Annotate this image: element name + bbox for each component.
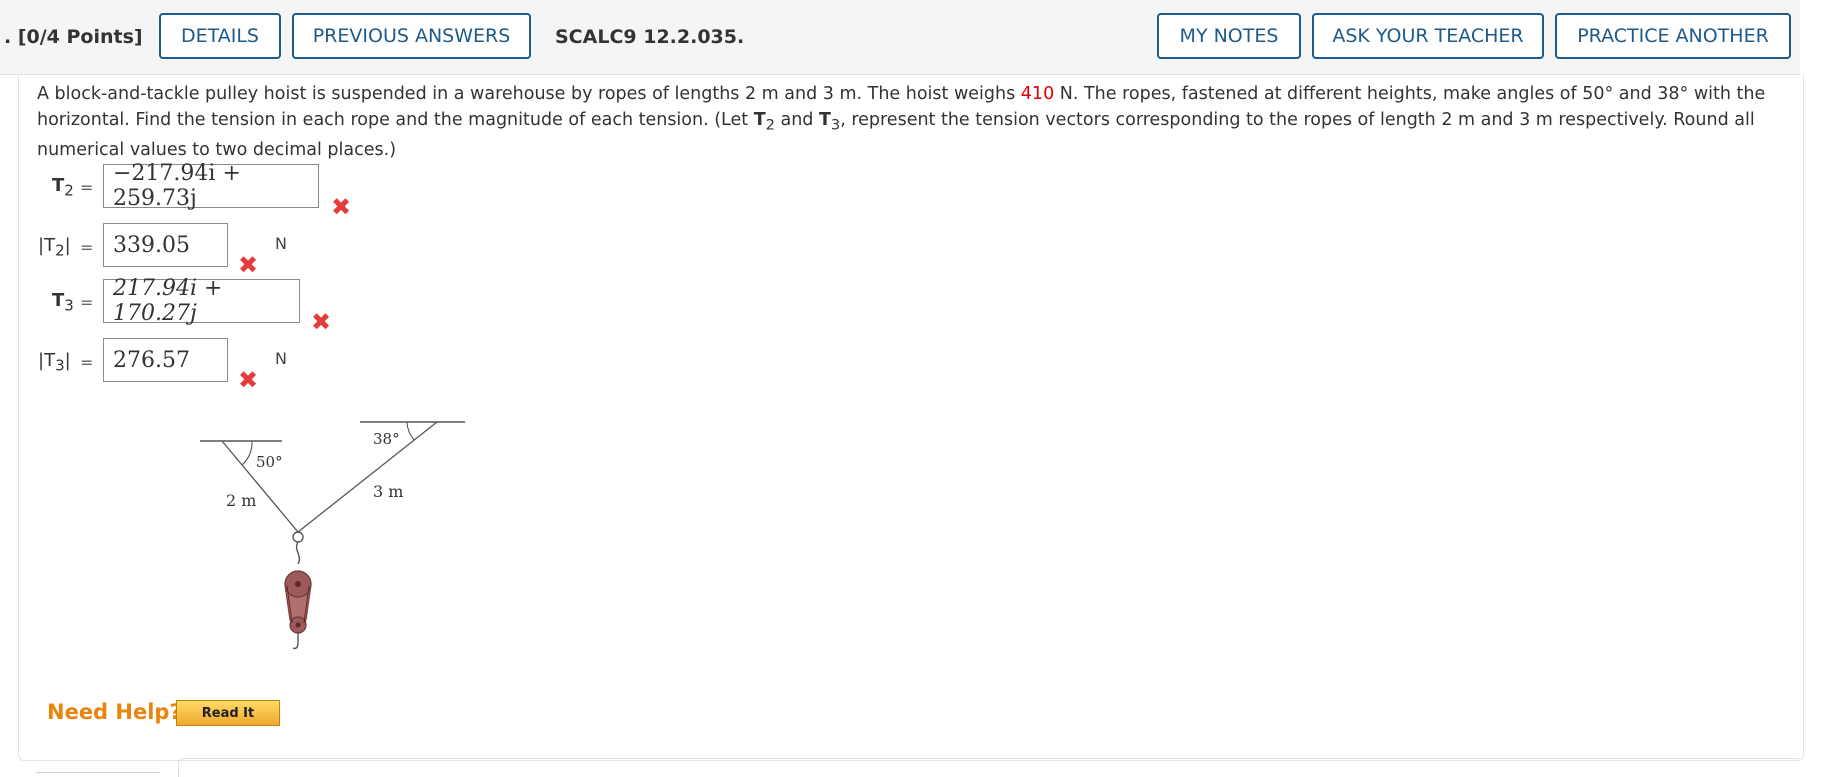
t2-symbol: T	[753, 109, 766, 130]
lower-pulley-axle	[295, 622, 301, 628]
newton-unit: N	[275, 349, 287, 368]
ask-your-teacher-button[interactable]: ASK YOUR TEACHER	[1312, 13, 1544, 59]
upper-pulley-axle	[295, 581, 301, 587]
question-id: SCALC9 12.2.035.	[555, 26, 745, 48]
bottom-hook	[292, 633, 299, 650]
mag-right: |	[64, 350, 71, 371]
t3-magnitude-field[interactable]: 276.57	[103, 338, 228, 382]
ring	[292, 531, 304, 543]
t2-magnitude-field[interactable]: 339.05	[103, 223, 228, 267]
need-help-label: Need Help?	[47, 700, 182, 724]
scrollbar[interactable]	[1818, 0, 1827, 776]
next-panel-edge	[178, 758, 1799, 777]
incorrect-icon: ✖	[238, 251, 259, 279]
question-header: . [0/4 Points] DETAILS PREVIOUS ANSWERS …	[0, 0, 1800, 75]
incorrect-icon: ✖	[238, 366, 259, 394]
right-length-label: 3 m	[373, 482, 403, 501]
t3-subscript: 3	[830, 116, 841, 133]
equals-sign: =	[80, 178, 94, 197]
t3-magnitude-label: |T3|	[38, 350, 71, 375]
mag-sub: 2	[55, 241, 65, 260]
incorrect-icon: ✖	[311, 308, 332, 336]
t3-answer-field[interactable]: 217.94i + 170.27j	[103, 276, 300, 326]
t3-symbol: T	[818, 109, 831, 130]
t2-label: T2	[52, 175, 74, 200]
read-it-button[interactable]: Read It	[176, 700, 280, 726]
problem-statement: A block-and-tackle pulley hoist is suspe…	[37, 82, 1777, 163]
incorrect-icon: ✖	[331, 193, 352, 221]
mag-sub: 3	[55, 356, 65, 375]
right-angle-arc	[406, 421, 415, 441]
t2-sub: 2	[64, 181, 74, 200]
t3-letter: T	[52, 290, 65, 311]
weight-value: 410	[1020, 84, 1055, 104]
t3-sub: 3	[64, 296, 74, 315]
t2-letter: T	[52, 175, 65, 196]
practice-another-button[interactable]: PRACTICE ANOTHER	[1555, 13, 1791, 59]
t2-subscript: 2	[765, 116, 775, 133]
newton-unit: N	[275, 234, 287, 253]
left-angle-arc	[241, 440, 253, 466]
points-label: . [0/4 Points]	[4, 26, 143, 48]
previous-answers-button[interactable]: PREVIOUS ANSWERS	[292, 13, 531, 59]
problem-text: and	[774, 109, 819, 130]
pulley-hoist-figure: 50° 38° 2 m 3 m	[200, 421, 465, 650]
divider	[36, 772, 160, 777]
hook-rope	[295, 541, 301, 565]
mag-left: |T	[38, 235, 56, 256]
left-angle-label: 50°	[256, 453, 283, 471]
t2-answer-field[interactable]: −217.94i + 259.73j	[103, 161, 319, 211]
equals-sign: =	[80, 353, 94, 372]
equals-sign: =	[80, 293, 94, 312]
right-angle-label: 38°	[373, 430, 400, 448]
right-rope	[297, 421, 438, 533]
t3-label: T3	[52, 290, 74, 315]
my-notes-button[interactable]: MY NOTES	[1157, 13, 1301, 59]
equals-sign: =	[80, 238, 94, 257]
problem-text: A block-and-tackle pulley hoist is suspe…	[37, 84, 1021, 104]
mag-left: |T	[38, 350, 56, 371]
left-length-label: 2 m	[226, 491, 256, 510]
details-button[interactable]: DETAILS	[159, 13, 281, 59]
t2-magnitude-label: |T2|	[38, 235, 71, 260]
mag-right: |	[64, 235, 71, 256]
